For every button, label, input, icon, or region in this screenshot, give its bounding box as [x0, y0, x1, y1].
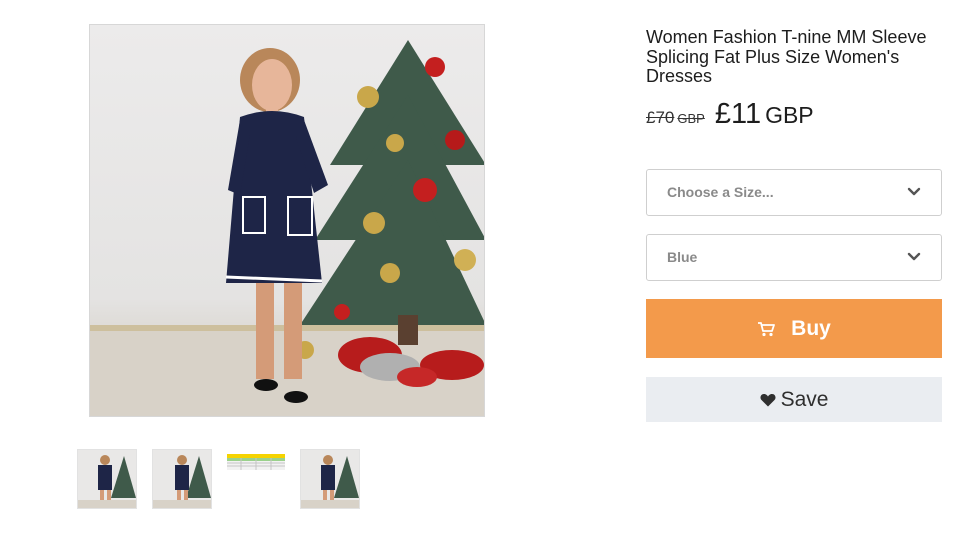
- current-price-currency: GBP: [765, 102, 814, 128]
- current-price: £11: [714, 98, 762, 130]
- chevron-down-icon: [907, 187, 921, 196]
- size-select-value: Choose a Size...: [667, 184, 774, 200]
- chevron-down-icon: [907, 252, 921, 261]
- size-select[interactable]: Choose a Size...: [646, 169, 942, 216]
- cart-icon: [758, 321, 776, 336]
- heart-icon: [760, 393, 776, 406]
- buy-button[interactable]: Buy: [646, 299, 942, 358]
- buy-button-label: Buy: [791, 316, 831, 340]
- thumbnail-size-chart[interactable]: [226, 449, 286, 509]
- save-button[interactable]: Save: [646, 377, 942, 422]
- thumbnail-4[interactable]: [300, 449, 360, 509]
- old-price: £70: [646, 108, 675, 127]
- thumbnail-2[interactable]: [152, 449, 212, 509]
- old-price-currency: GBP: [677, 111, 705, 126]
- main-product-image: [89, 24, 485, 417]
- price-row: £70 GBP £11 GBP: [646, 98, 814, 131]
- product-photo: [90, 40, 484, 416]
- save-button-label: Save: [780, 387, 829, 411]
- thumbnail-1[interactable]: [77, 449, 137, 509]
- product-title: Women Fashion T-nine MM Sleeve Splicing …: [646, 27, 927, 86]
- color-select[interactable]: Blue: [646, 234, 942, 281]
- color-select-value: Blue: [667, 249, 698, 265]
